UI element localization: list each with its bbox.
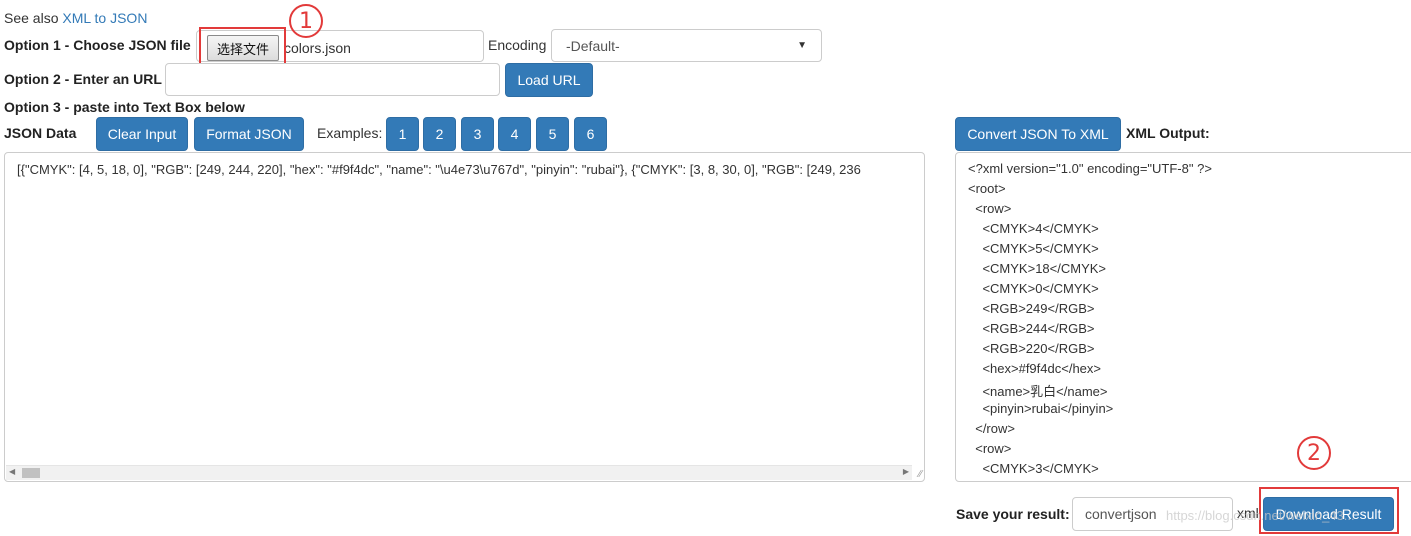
xml-line: </row> [968, 421, 1015, 436]
file-name: colors.json [284, 40, 351, 56]
json-horizontal-scrollbar[interactable]: ◀ ▶ [6, 465, 912, 480]
json-input-textarea[interactable]: [{"CMYK": [4, 5, 18, 0], "RGB": [249, 24… [4, 152, 925, 482]
xml-line: <CMYK>18</CMYK> [968, 261, 1107, 276]
json-input-content: [{"CMYK": [4, 5, 18, 0], "RGB": [249, 24… [17, 162, 861, 177]
load-url-button[interactable]: Load URL [505, 63, 593, 97]
encoding-label: Encoding [488, 37, 547, 53]
annotation-marker-2: 2 [1297, 436, 1331, 470]
xml-line: <CMYK>0</CMYK> [968, 281, 1099, 296]
example-3-button[interactable]: 3 [461, 117, 494, 151]
example-6-button[interactable]: 6 [574, 117, 607, 151]
url-input[interactable] [165, 63, 500, 96]
scroll-left-icon[interactable]: ◀ [9, 467, 15, 476]
examples-label: Examples: [317, 125, 383, 141]
xml-line: <row> [968, 441, 1012, 456]
xml-output-label: XML Output: [1126, 125, 1210, 141]
example-1-button[interactable]: 1 [386, 117, 419, 151]
encoding-value: -Default- [566, 37, 620, 54]
encoding-select[interactable]: -Default- ▼ [551, 29, 822, 62]
annotation-marker-1: 1 [289, 4, 323, 38]
format-json-button[interactable]: Format JSON [194, 117, 304, 151]
scroll-right-icon[interactable]: ▶ [903, 467, 909, 476]
resize-handle-icon[interactable]: ∕∕ [919, 469, 922, 480]
clear-input-button[interactable]: Clear Input [96, 117, 188, 151]
xml-line: <hex>#f9f4dc</hex> [968, 361, 1101, 376]
watermark: https://blog.csdn.net/weixin_43... [1166, 508, 1355, 523]
xml-output-textarea[interactable]: <?xml version="1.0" encoding="UTF-8" ?> … [955, 152, 1411, 482]
xml-line: <RGB>220</RGB> [968, 341, 1095, 356]
option3-label: Option 3 - paste into Text Box below [4, 99, 245, 115]
xml-line: <row> [968, 201, 1012, 216]
see-also-prefix: See also [4, 10, 59, 26]
example-2-button[interactable]: 2 [423, 117, 456, 151]
see-also-line: See also XML to JSON [4, 10, 147, 26]
example-5-button[interactable]: 5 [536, 117, 569, 151]
xml-line: <CMYK>4</CMYK> [968, 221, 1099, 236]
convert-json-to-xml-button[interactable]: Convert JSON To XML [955, 117, 1121, 151]
save-result-label: Save your result: [956, 506, 1070, 522]
example-4-button[interactable]: 4 [498, 117, 531, 151]
option1-label: Option 1 - Choose JSON file [4, 37, 191, 53]
chevron-down-icon: ▼ [797, 40, 807, 51]
xml-line: <CMYK>3</CMYK> [968, 461, 1099, 476]
xml-line: <RGB>249</RGB> [968, 301, 1095, 316]
xml-line: <RGB>244</RGB> [968, 321, 1095, 336]
option2-label: Option 2 - Enter an URL [4, 71, 162, 87]
xml-to-json-link[interactable]: XML to JSON [62, 10, 147, 26]
xml-line: <name>乳白</name> [968, 384, 1108, 399]
xml-line: <CMYK>5</CMYK> [968, 241, 1099, 256]
xml-line: <root> [968, 181, 1006, 196]
xml-line: <pinyin>rubai</pinyin> [968, 401, 1114, 416]
scrollbar-thumb[interactable] [22, 468, 40, 478]
json-data-label: JSON Data [4, 125, 77, 141]
xml-line: <?xml version="1.0" encoding="UTF-8" ?> [968, 161, 1212, 176]
